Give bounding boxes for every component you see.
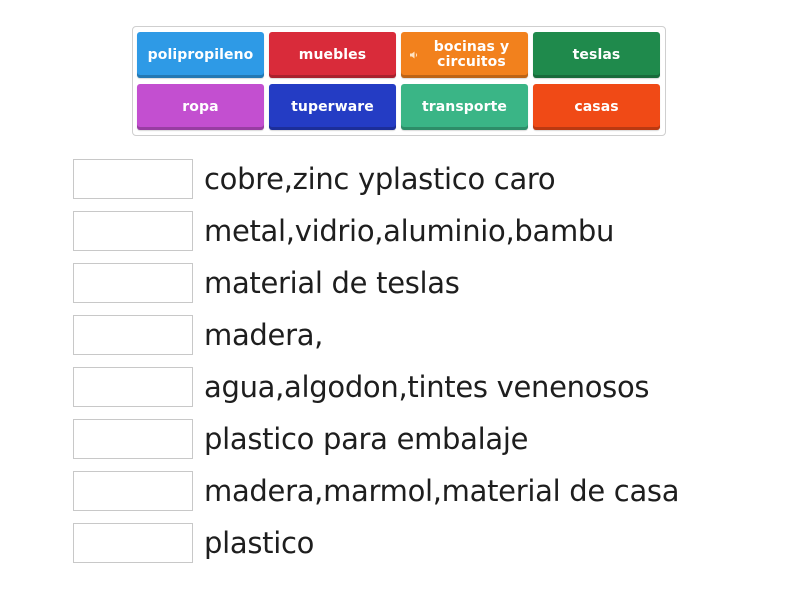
tile-casas[interactable]: casas	[533, 84, 660, 130]
match-row: plastico para embalaje	[73, 419, 773, 459]
answer-drop-box[interactable]	[73, 471, 193, 511]
tile-label: tuperware	[291, 98, 374, 115]
answer-drop-box[interactable]	[73, 263, 193, 303]
clue-text: cobre,zinc yplastico caro	[204, 162, 556, 196]
answer-tile-tray: polipropileno muebles bocinas y circuito…	[132, 26, 666, 136]
speaker-icon[interactable]	[409, 50, 419, 60]
tile-label-line-1: bocinas y	[433, 39, 510, 55]
match-row: madera,marmol,material de casa	[73, 471, 773, 511]
clue-text: madera,	[204, 318, 324, 352]
clue-text: metal,vidrio,aluminio,bambu	[204, 214, 615, 248]
clue-text: agua,algodon,tintes venenosos	[204, 370, 650, 404]
match-row: agua,algodon,tintes venenosos	[73, 367, 773, 407]
clue-text: plastico para embalaje	[204, 422, 529, 456]
tile-label: muebles	[298, 46, 367, 63]
tile-label: transporte	[421, 98, 508, 115]
tile-label: bocinas y circuitos	[420, 40, 509, 70]
match-row: metal,vidrio,aluminio,bambu	[73, 211, 773, 251]
clue-text: plastico	[204, 526, 315, 560]
tile-label: casas	[574, 98, 619, 115]
clue-text: material de teslas	[204, 266, 460, 300]
clue-text: madera,marmol,material de casa	[204, 474, 680, 508]
tile-label: polipropileno	[147, 46, 254, 63]
tile-label-line-2: circuitos	[437, 54, 506, 70]
tile-polipropileno[interactable]: polipropileno	[137, 32, 264, 78]
answer-drop-box[interactable]	[73, 523, 193, 563]
tile-label: ropa	[182, 98, 219, 115]
tile-label: teslas	[572, 46, 621, 63]
match-row: plastico	[73, 523, 773, 563]
tile-transporte[interactable]: transporte	[401, 84, 528, 130]
answer-drop-box[interactable]	[73, 211, 193, 251]
match-row: cobre,zinc yplastico caro	[73, 159, 773, 199]
match-row: material de teslas	[73, 263, 773, 303]
match-row: madera,	[73, 315, 773, 355]
tile-muebles[interactable]: muebles	[269, 32, 396, 78]
answer-drop-box[interactable]	[73, 315, 193, 355]
tile-ropa[interactable]: ropa	[137, 84, 264, 130]
tile-bocinas-y-circuitos[interactable]: bocinas y circuitos	[401, 32, 528, 78]
answer-drop-box[interactable]	[73, 419, 193, 459]
match-up-activity: polipropileno muebles bocinas y circuito…	[0, 0, 800, 600]
tile-teslas[interactable]: teslas	[533, 32, 660, 78]
answer-drop-box[interactable]	[73, 159, 193, 199]
tile-tuperware[interactable]: tuperware	[269, 84, 396, 130]
answer-drop-box[interactable]	[73, 367, 193, 407]
